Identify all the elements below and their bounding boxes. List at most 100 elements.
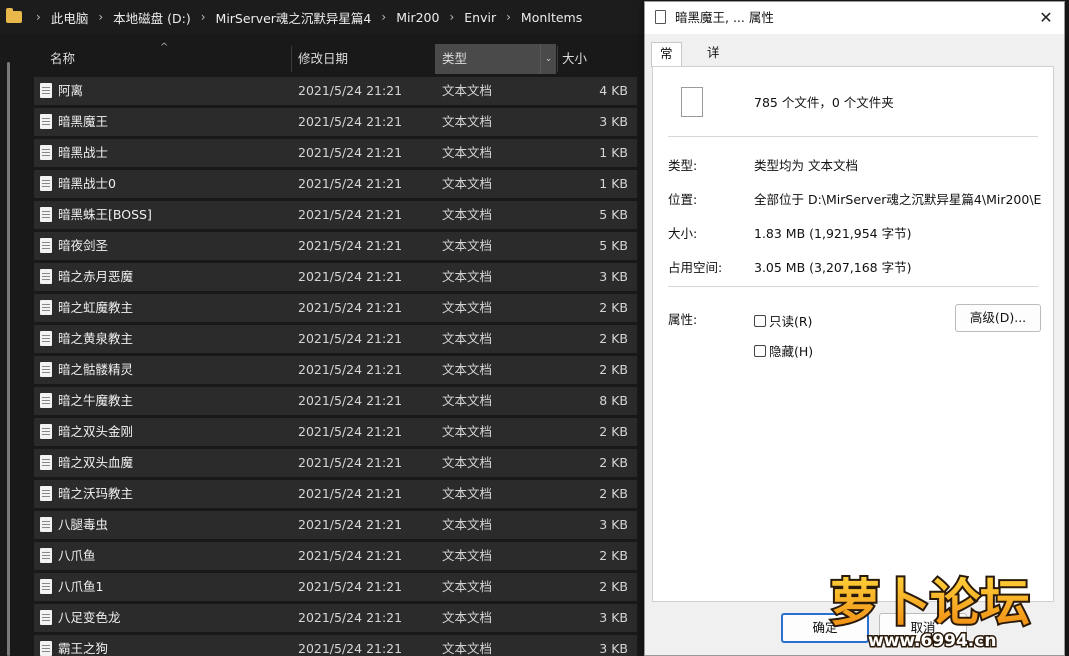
file-size: 3 KB [599, 610, 628, 625]
file-date: 2021/5/24 21:21 [298, 455, 403, 470]
checkbox-box[interactable] [754, 314, 766, 327]
file-date: 2021/5/24 21:21 [298, 610, 403, 625]
file-row[interactable]: 霸王之狗 2021/5/24 21:21 文本文档 3 KB [34, 635, 637, 656]
disk-size-label: 占用空间: [668, 260, 723, 275]
file-row[interactable]: 暗之虹魔教主 2021/5/24 21:21 文本文档 2 KB [34, 294, 637, 322]
breadcrumb-item-envir[interactable]: Envir [464, 10, 496, 25]
column-date[interactable]: 修改日期 [298, 44, 428, 74]
chevron-right-icon: › [98, 10, 104, 24]
file-row[interactable]: 暗之双头金刚 2021/5/24 21:21 文本文档 2 KB [34, 418, 637, 446]
file-type: 文本文档 [442, 238, 493, 253]
readonly-checkbox[interactable]: 只读(R) [754, 311, 812, 330]
chevron-right-icon: › [449, 10, 455, 24]
general-panel: 785 个文件，0 个文件夹 类型: 类型均为 文本文档 位置: 全部位于 D:… [652, 66, 1054, 602]
file-type: 文本文档 [442, 83, 493, 98]
file-type: 文本文档 [442, 269, 493, 284]
file-size: 5 KB [599, 207, 628, 222]
text-file-icon [40, 424, 52, 439]
chevron-right-icon: › [200, 10, 206, 24]
file-row[interactable]: 暗之双头血魔 2021/5/24 21:21 文本文档 2 KB [34, 449, 637, 477]
hidden-label: 隐藏(H) [769, 344, 814, 359]
file-size: 3 KB [599, 114, 628, 129]
file-size: 1 KB [599, 145, 628, 160]
text-file-icon [40, 455, 52, 470]
text-file-icon [40, 362, 52, 377]
file-row[interactable]: 暗之牛魔教主 2021/5/24 21:21 文本文档 8 KB [34, 387, 637, 415]
tab-details[interactable]: 详细信息 [699, 42, 728, 126]
file-row[interactable]: 阿离 2021/5/24 21:21 文本文档 4 KB [34, 77, 637, 105]
multiple-files-icon [677, 87, 703, 123]
file-row[interactable]: 八足变色龙 2021/5/24 21:21 文本文档 3 KB [34, 604, 637, 632]
file-row[interactable]: 八爪鱼1 2021/5/24 21:21 文本文档 2 KB [34, 573, 637, 601]
file-type: 文本文档 [442, 610, 493, 625]
file-name: 暗之双头金刚 [58, 424, 134, 439]
file-date: 2021/5/24 21:21 [298, 238, 403, 253]
file-list: 阿离 2021/5/24 21:21 文本文档 4 KB 暗黑魔王 2021/5/24 2… [34, 77, 637, 656]
file-name: 暗夜剑圣 [58, 238, 109, 253]
checkbox-box[interactable] [754, 344, 766, 357]
column-name[interactable]: 名称 [50, 44, 290, 74]
nav-scrollbar[interactable] [7, 62, 10, 656]
dialog-titlebar[interactable]: 暗黑魔王, ... 属性 ✕ [645, 2, 1064, 34]
close-icon[interactable]: ✕ [1036, 8, 1056, 28]
file-row[interactable]: 暗夜剑圣 2021/5/24 21:21 文本文档 5 KB [34, 232, 637, 260]
location-value: 全部位于 D:\MirServer魂之沉默异星篇4\Mir200\Envir\M… [754, 192, 1042, 207]
file-row[interactable]: 暗之赤月恶魔 2021/5/24 21:21 文本文档 3 KB [34, 263, 637, 291]
file-name: 暗之黄泉教主 [58, 331, 134, 346]
column-type[interactable]: 类型 [435, 44, 556, 74]
file-date: 2021/5/24 21:21 [298, 641, 403, 656]
file-size: 2 KB [599, 455, 628, 470]
text-file-icon [40, 331, 52, 346]
tab-general[interactable]: 常规 [651, 42, 682, 83]
file-type: 文本文档 [442, 145, 493, 160]
file-date: 2021/5/24 21:21 [298, 424, 403, 439]
file-size: 5 KB [599, 238, 628, 253]
file-size: 8 KB [599, 393, 628, 408]
breadcrumb-item-drive-d[interactable]: 本地磁盘 (D:) [113, 8, 191, 27]
hidden-checkbox[interactable]: 隐藏(H) [754, 341, 813, 360]
text-file-icon [40, 269, 52, 284]
file-row[interactable]: 暗黑魔王 2021/5/24 21:21 文本文档 3 KB [34, 108, 637, 136]
file-size: 1 KB [599, 176, 628, 191]
breadcrumb-item-mirserver[interactable]: MirServer魂之沉默异星篇4 [216, 8, 372, 27]
advanced-button[interactable]: 高级(D)... [955, 304, 1041, 332]
file-type: 文本文档 [442, 331, 493, 346]
document-icon [655, 10, 666, 24]
file-row[interactable]: 八爪鱼 2021/5/24 21:21 文本文档 2 KB [34, 542, 637, 570]
chevron-down-icon[interactable]: ⌄ [540, 44, 556, 74]
file-name: 暗黑蛛王[BOSS] [58, 207, 152, 222]
file-row[interactable]: 暗黑战士 2021/5/24 21:21 文本文档 1 KB [34, 139, 637, 167]
column-type-label: 类型 [442, 51, 468, 66]
file-row[interactable]: 暗黑蛛王[BOSS] 2021/5/24 21:21 文本文档 5 KB [34, 201, 637, 229]
file-date: 2021/5/24 21:21 [298, 393, 403, 408]
divider [668, 136, 1038, 137]
file-date: 2021/5/24 21:21 [298, 331, 403, 346]
file-name: 八爪鱼1 [58, 579, 104, 594]
column-divider[interactable] [291, 46, 292, 72]
file-row[interactable]: 八腿毒虫 2021/5/24 21:21 文本文档 3 KB [34, 511, 637, 539]
text-file-icon [40, 641, 52, 656]
column-size[interactable]: 大小 [562, 44, 632, 74]
breadcrumb-item-this-pc[interactable]: 此电脑 [51, 8, 89, 27]
file-date: 2021/5/24 21:21 [298, 486, 403, 501]
file-row[interactable]: 暗之沃玛教主 2021/5/24 21:21 文本文档 2 KB [34, 480, 637, 508]
breadcrumb-item-monitems[interactable]: MonItems [521, 10, 582, 25]
text-file-icon [40, 207, 52, 222]
file-type: 文本文档 [442, 486, 493, 501]
file-row[interactable]: 暗黑战士0 2021/5/24 21:21 文本文档 1 KB [34, 170, 637, 198]
readonly-label: 只读(R) [769, 314, 813, 329]
file-name: 暗之赤月恶魔 [58, 269, 134, 284]
file-size: 4 KB [599, 83, 628, 98]
file-size: 3 KB [599, 269, 628, 284]
file-name: 暗之虹魔教主 [58, 300, 134, 315]
column-divider[interactable] [557, 46, 558, 72]
text-file-icon [40, 548, 52, 563]
file-name: 暗黑战士0 [58, 176, 116, 191]
disk-size-value: 3.05 MB (3,207,168 字节) [754, 260, 912, 275]
file-row[interactable]: 暗之黄泉教主 2021/5/24 21:21 文本文档 2 KB [34, 325, 637, 353]
file-type: 文本文档 [442, 176, 493, 191]
type-value: 类型均为 文本文档 [754, 158, 858, 173]
breadcrumb-item-mir200[interactable]: Mir200 [396, 10, 439, 25]
file-type: 文本文档 [442, 207, 493, 222]
file-row[interactable]: 暗之骷髅精灵 2021/5/24 21:21 文本文档 2 KB [34, 356, 637, 384]
